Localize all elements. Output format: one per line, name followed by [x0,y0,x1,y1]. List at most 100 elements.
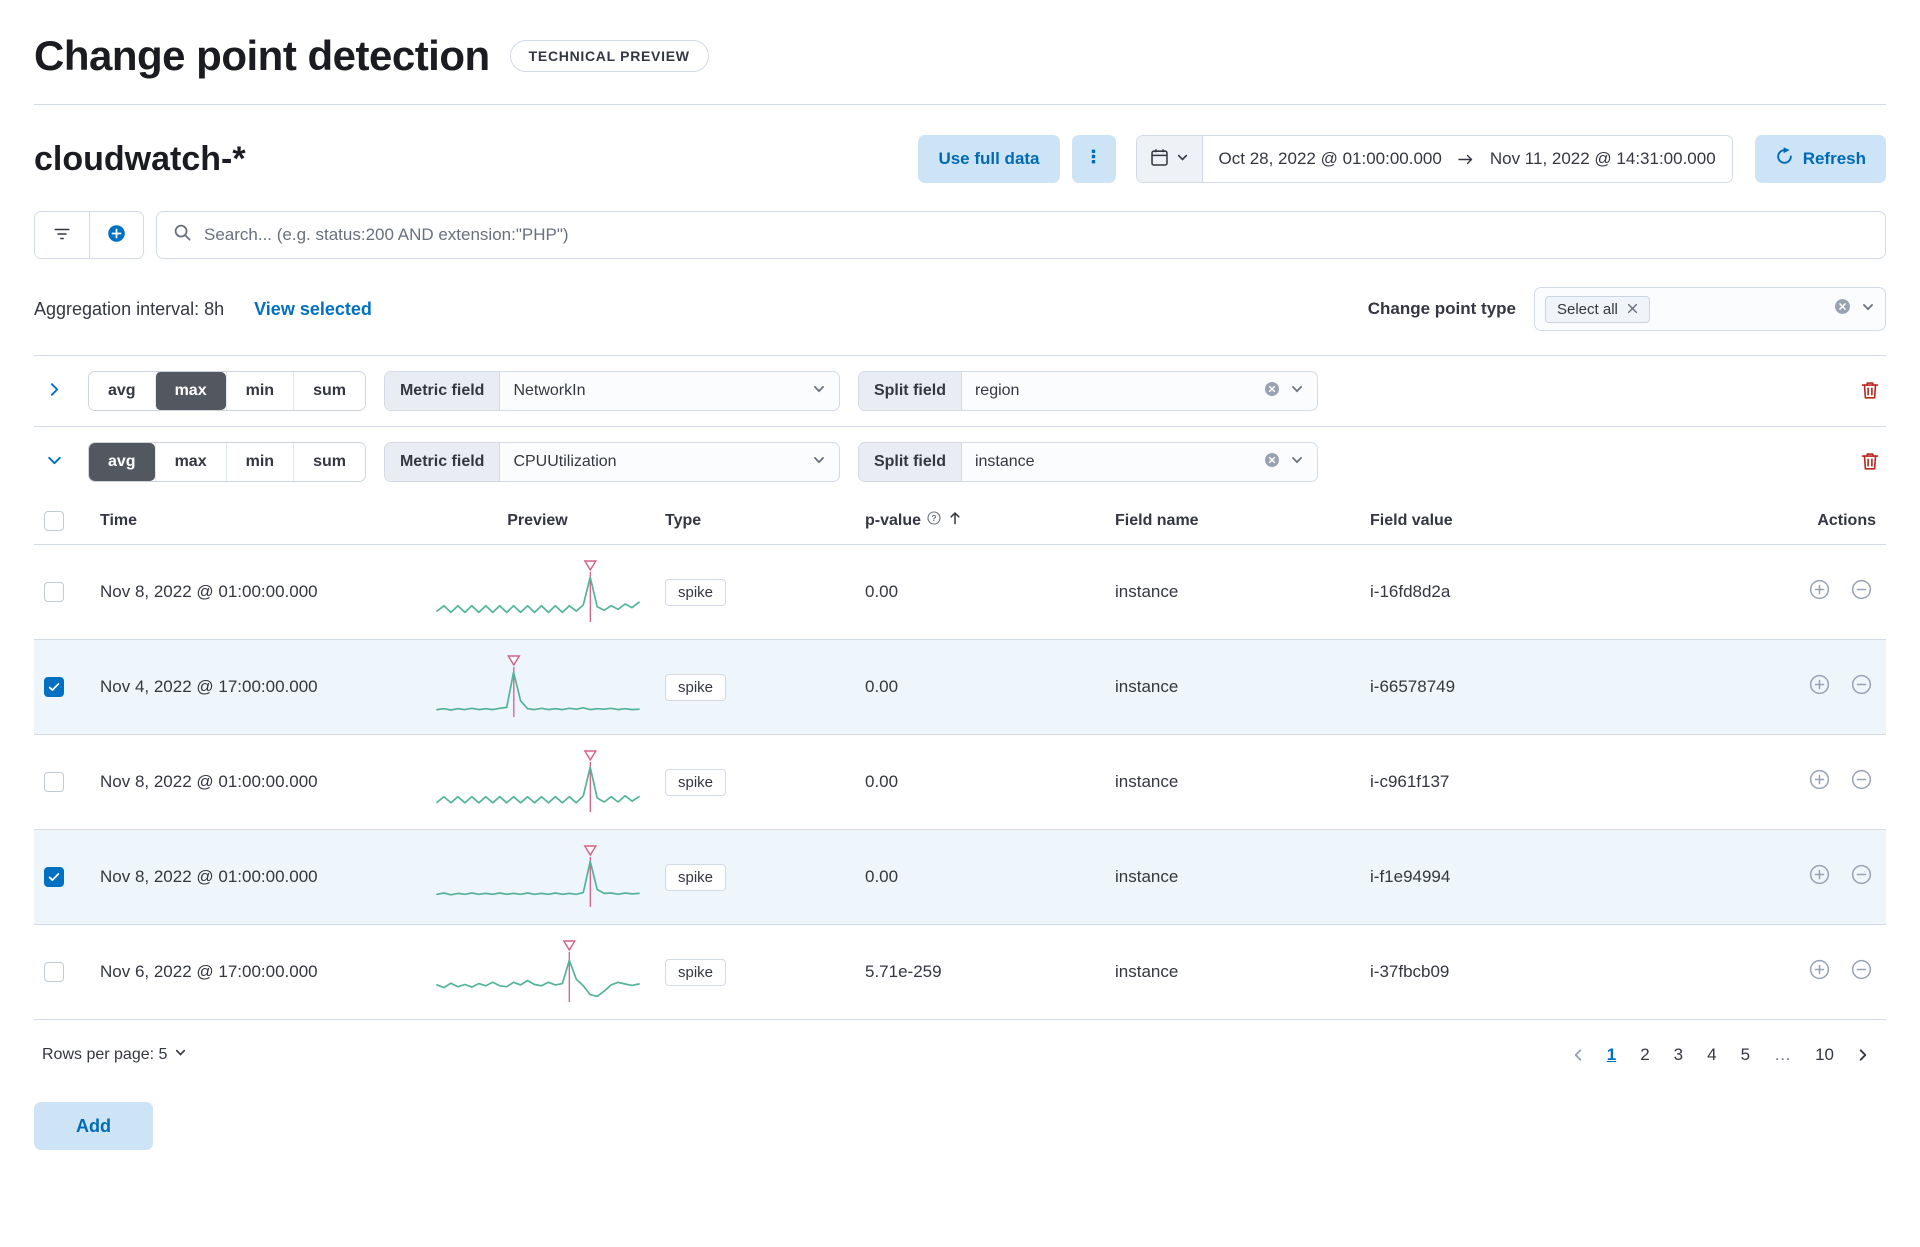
page-number[interactable]: 1 [1597,1040,1626,1070]
row-preview-chart [430,654,645,720]
row-checkbox[interactable] [44,772,64,792]
row-field-name: instance [1105,639,1360,735]
fn-max-button[interactable]: max [154,443,226,481]
change-point-detection-page: Change point detection TECHNICAL PREVIEW… [0,0,1920,1190]
plus-in-circle-icon [107,224,126,246]
svg-text:?: ? [931,513,936,523]
page-number[interactable]: 10 [1805,1040,1844,1070]
trash-icon [1860,451,1880,474]
clear-selection-icon[interactable] [1834,298,1851,320]
fn-min-button[interactable]: min [225,372,294,410]
search-input[interactable] [204,225,1869,245]
use-full-data-button[interactable]: Use full data [918,135,1060,183]
filter-out-action-icon[interactable] [1851,864,1872,885]
prev-page-button[interactable] [1563,1044,1593,1066]
header-p-value[interactable]: p-value ? [855,497,1105,545]
next-page-button[interactable] [1848,1044,1878,1066]
add-config-button[interactable]: Add [34,1102,153,1150]
header-actions: Actions [1690,497,1886,545]
row-field-value: i-37fbcb09 [1360,924,1690,1020]
view-selected-link[interactable]: View selected [254,299,372,320]
clear-selection-icon[interactable] [1264,452,1280,473]
table-footer: Rows per page: 5 1 2 3 4 5 … 10 [34,1020,1886,1076]
clear-selection-icon[interactable] [1264,381,1280,402]
add-filter-button[interactable] [89,212,143,258]
select-all-checkbox[interactable] [44,510,64,531]
page-number[interactable]: 5 [1731,1040,1760,1070]
date-end[interactable]: Nov 11, 2022 @ 14:31:00.000 [1474,149,1732,169]
filter-group [34,211,144,259]
page-number[interactable]: 2 [1630,1040,1659,1070]
rows-per-page-button[interactable]: Rows per page: 5 [42,1046,187,1064]
filter-out-action-icon[interactable] [1851,579,1872,600]
filter-out-action-icon[interactable] [1851,959,1872,980]
rows-per-page-label: Rows per page: 5 [42,1046,168,1063]
split-field-label: Split field [858,443,962,481]
row-field-name: instance [1105,829,1360,925]
row-checkbox[interactable] [44,677,64,697]
split-field-combobox[interactable]: instance [962,443,1317,481]
date-start[interactable]: Oct 28, 2022 @ 01:00:00.000 [1203,149,1458,169]
zoom-in-action-icon[interactable] [1809,864,1830,885]
aggregation-interval-label: Aggregation interval: 8h [34,298,225,319]
split-field-combobox[interactable]: region [962,372,1317,410]
fn-sum-button[interactable]: sum [293,372,365,410]
chevron-down-icon [46,452,63,472]
row-field-value: i-f1e94994 [1360,829,1690,925]
change-point-type-combobox[interactable]: Select all [1534,287,1886,331]
row-checkbox[interactable] [44,867,64,887]
fn-sum-button[interactable]: sum [293,443,365,481]
fn-max-button[interactable]: max [154,372,226,410]
date-picker-menu-button[interactable] [1136,136,1203,182]
row-field-name: instance [1105,544,1360,640]
row-p-value: 5.71e-259 [855,924,1105,1020]
row-type-badge: spike [665,578,727,606]
split-field-value: instance [974,453,1035,470]
refresh-label: Refresh [1802,149,1866,168]
delete-config-button[interactable] [1860,380,1880,403]
question-in-circle-icon: ? [927,511,941,530]
row-preview-chart [430,844,645,910]
expand-accordion-button[interactable] [38,375,70,407]
boxes-vertical-icon [1085,148,1102,170]
row-checkbox[interactable] [44,582,64,602]
metric-field-value: CPUUtilization [513,453,617,470]
row-field-name: instance [1105,734,1360,830]
table-body: Nov 8, 2022 @ 01:00:00.000 spike 0.00 in… [34,544,1886,1020]
fn-min-button[interactable]: min [225,443,294,481]
remove-pill-icon[interactable] [1627,301,1638,318]
row-field-name: instance [1105,924,1360,1020]
zoom-in-action-icon[interactable] [1809,579,1830,600]
table-row: Nov 6, 2022 @ 17:00:00.000 spike 5.71e-2… [34,924,1886,1020]
page-number[interactable]: 4 [1697,1040,1726,1070]
filter-out-action-icon[interactable] [1851,674,1872,695]
chevron-down-icon [812,382,826,401]
row-checkbox[interactable] [44,962,64,982]
header-time: Time [90,497,420,545]
chevron-right-icon [46,381,63,401]
metric-field-select[interactable]: CPUUtilization [500,443,839,481]
delete-config-button[interactable] [1860,451,1880,474]
page-header: Change point detection TECHNICAL PREVIEW [34,26,1886,104]
config-row-cpuutilization: avg max min sum Metric field CPUUtilizat… [34,426,1886,1076]
change-point-type-pill: Select all [1545,295,1650,323]
table-row: Nov 8, 2022 @ 01:00:00.000 spike 0.00 in… [34,734,1886,830]
header-field-value: Field value [1360,497,1690,545]
chevron-down-icon [1176,151,1189,167]
metric-field-select[interactable]: NetworkIn [500,372,839,410]
filter-out-action-icon[interactable] [1851,769,1872,790]
fn-avg-button[interactable]: avg [89,443,155,481]
filter-sets-button[interactable] [35,212,89,258]
zoom-in-action-icon[interactable] [1809,674,1830,695]
fn-avg-button[interactable]: avg [89,372,155,410]
header-preview: Preview [420,497,655,545]
query-menu-button[interactable] [1071,135,1116,183]
zoom-in-action-icon[interactable] [1809,959,1830,980]
page-number[interactable]: 3 [1664,1040,1693,1070]
collapse-accordion-button[interactable] [38,446,70,478]
table-row: Nov 4, 2022 @ 17:00:00.000 spike 0.00 in… [34,639,1886,735]
refresh-icon [1775,147,1794,171]
row-type-badge: spike [665,863,727,891]
zoom-in-action-icon[interactable] [1809,769,1830,790]
refresh-button[interactable]: Refresh [1754,135,1886,183]
